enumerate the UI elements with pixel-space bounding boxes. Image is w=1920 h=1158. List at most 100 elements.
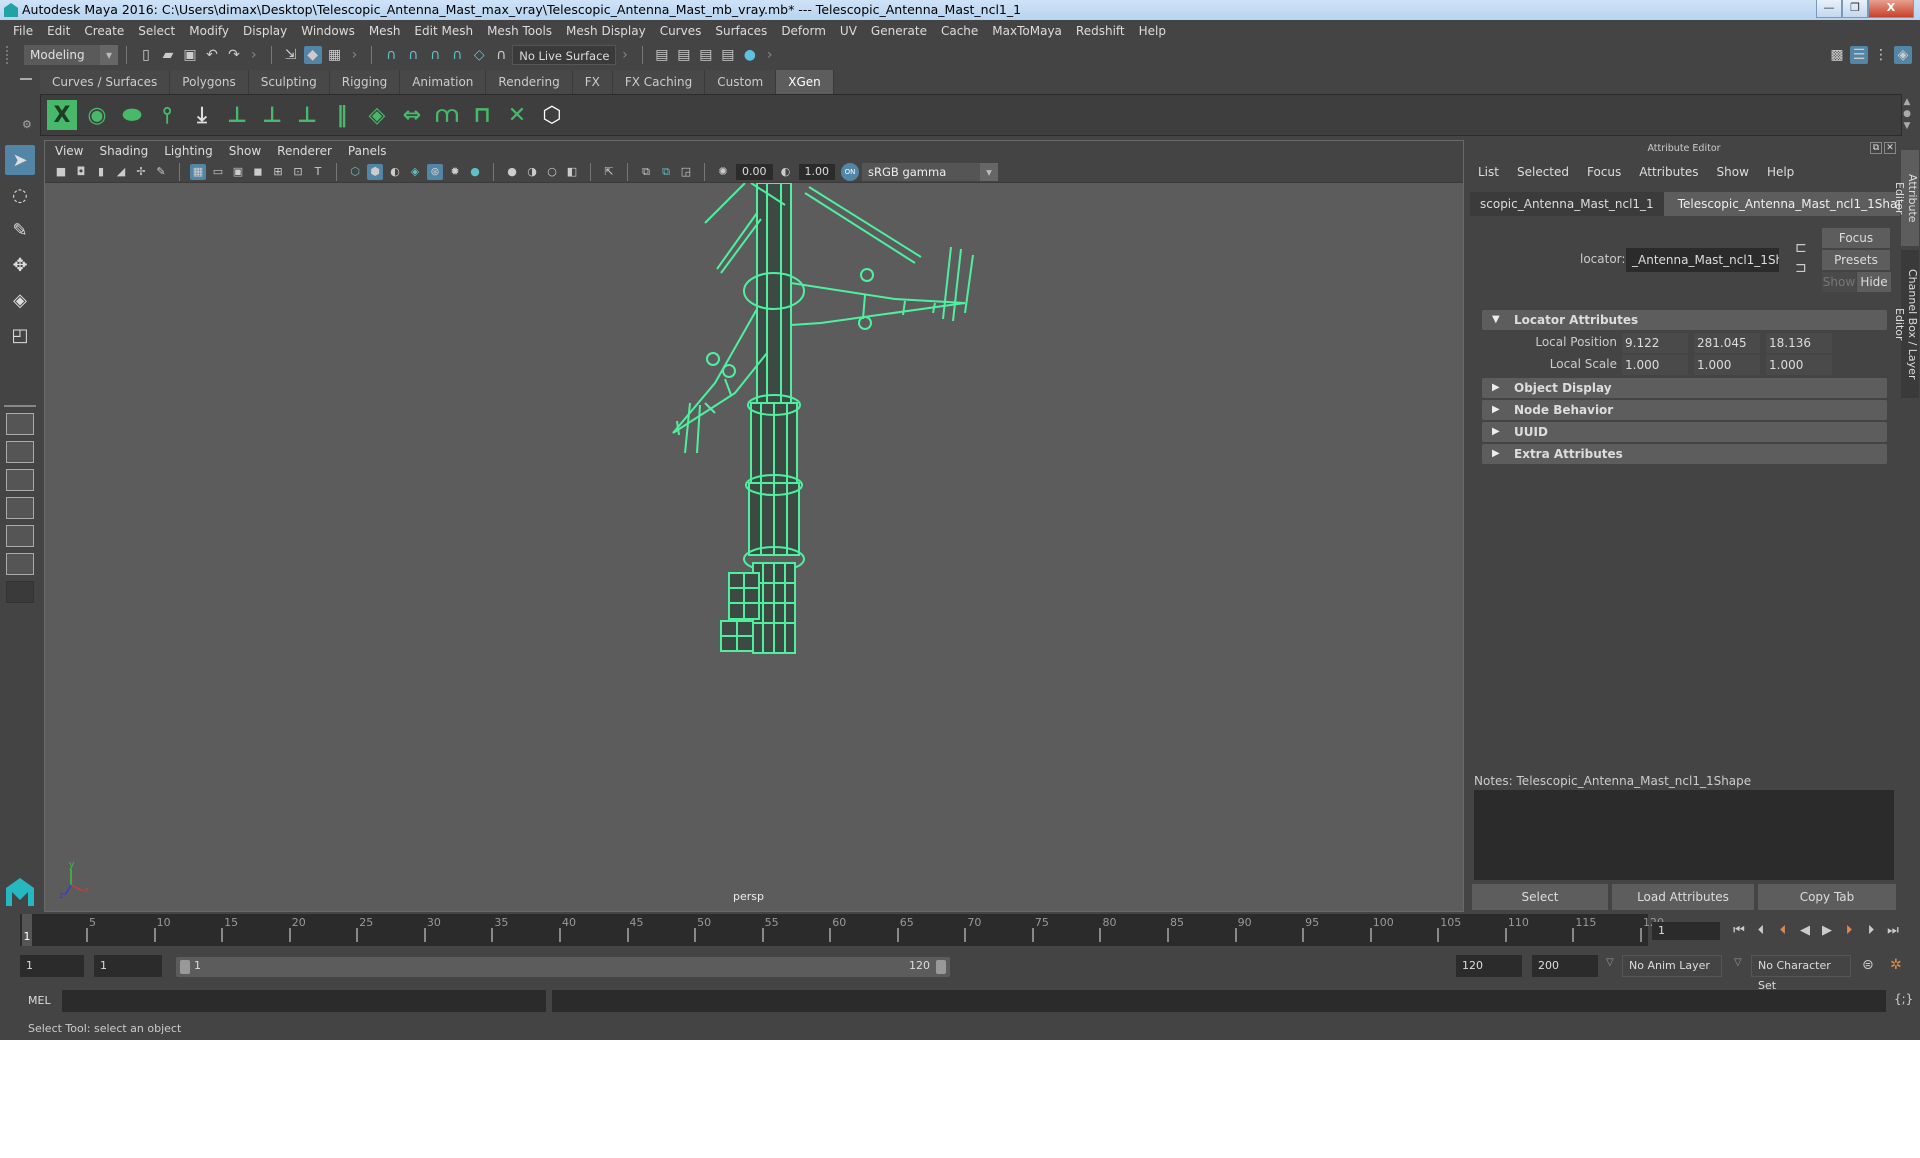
shelf-tab-curves-surfaces[interactable]: Curves / Surfaces	[40, 70, 171, 94]
add-guides-icon[interactable]: ⫯	[152, 100, 182, 130]
gate-mask-icon[interactable]: ◼	[250, 164, 266, 180]
local-position-y-field[interactable]: 281.045	[1694, 333, 1760, 353]
snap-point-icon[interactable]: ∩	[426, 46, 444, 64]
node-tab-shape[interactable]: Telescopic_Antenna_Mast_ncl1_1Shape	[1663, 191, 1920, 216]
exposure-field[interactable]: 0.00	[736, 163, 773, 180]
ipr-render-icon[interactable]: ▤	[697, 46, 715, 64]
ae-menu-help[interactable]: Help	[1767, 165, 1794, 179]
side-tab-channel-box[interactable]: Channel Box / Layer Editor	[1893, 250, 1919, 398]
ae-menu-show[interactable]: Show	[1717, 165, 1749, 179]
hypershade-persp-layout-icon[interactable]	[6, 525, 34, 547]
antenna-mast-model[interactable]	[45, 183, 1463, 913]
menu-generate[interactable]: Generate	[871, 24, 927, 38]
minimize-button[interactable]: —	[1816, 0, 1842, 18]
show-guides-icon[interactable]: ⊥	[257, 100, 287, 130]
xray-joints-icon[interactable]: ⧉	[658, 164, 674, 180]
menu-select[interactable]: Select	[138, 24, 175, 38]
gamma-icon[interactable]: ◐	[778, 164, 794, 180]
go-to-end-icon[interactable]: ⏭	[1882, 922, 1904, 940]
float-panel-icon[interactable]: ⧉	[1870, 142, 1882, 154]
copy-tab-button[interactable]: Copy Tab	[1758, 884, 1896, 910]
channel-box-icon[interactable]: ◈	[1894, 46, 1912, 64]
snap-curve-icon[interactable]: ∩	[404, 46, 422, 64]
step-forward-key-icon[interactable]: ⏵	[1860, 922, 1882, 940]
smooth-shade-icon[interactable]: ⬢	[367, 163, 383, 180]
live-surface-field[interactable]: No Live Surface	[512, 45, 617, 65]
bookmark-icon[interactable]: ▮	[93, 164, 109, 180]
collapse-arrow-icon[interactable]: ›	[352, 47, 358, 63]
screen-space-ao-icon[interactable]: ●	[504, 164, 520, 180]
delete-guides-icon[interactable]: ✕	[502, 100, 532, 130]
time-slider[interactable]: 1 5 10 15 20 25 30 35 40 45 50 55 60 65 70 75 80 85 90 95 1…	[20, 914, 1664, 946]
exposure-icon[interactable]: ✺	[715, 164, 731, 180]
field-chart-icon[interactable]: ⊞	[270, 164, 286, 180]
use-all-lights-icon[interactable]: ✹	[447, 164, 463, 180]
menu-windows[interactable]: Windows	[301, 24, 355, 38]
wireframe-icon[interactable]: ⬡	[347, 164, 363, 180]
shelf-tab-xgen[interactable]: XGen	[776, 70, 834, 94]
xray-icon[interactable]: ⧉	[638, 164, 654, 180]
select-component-icon[interactable]: ▦	[326, 46, 344, 64]
playback-end-field[interactable]: 120	[1456, 955, 1522, 977]
collapse-arrow-icon[interactable]: ›	[251, 47, 257, 63]
hypershade-icon[interactable]: ●	[741, 46, 759, 64]
menu-create[interactable]: Create	[84, 24, 124, 38]
viewport-panel[interactable]: View Shading Lighting Show Renderer Pane…	[44, 140, 1464, 912]
attribute-editor-toggle-icon[interactable]: ☰	[1850, 46, 1868, 64]
isolate-select-icon[interactable]: ⇱	[601, 164, 617, 180]
menu-curves[interactable]: Curves	[660, 24, 702, 38]
playback-start-field[interactable]: 1	[94, 955, 162, 977]
select-guides-icon[interactable]: ⩋	[432, 100, 462, 130]
xgen-editor-icon[interactable]: X	[47, 100, 77, 130]
scene-end-field[interactable]: 200	[1532, 955, 1598, 977]
menu-set-dropdown[interactable]: Modeling	[24, 45, 118, 65]
menu-redshift[interactable]: Redshift	[1076, 24, 1125, 38]
show-description-icon[interactable]: ◉	[82, 100, 112, 130]
tool-settings-icon[interactable]: ⋮	[1872, 46, 1890, 64]
output-connections-icon[interactable]: ⊐	[1795, 260, 1807, 276]
shelf-menu-icon[interactable]	[20, 78, 32, 80]
menu-edit[interactable]: Edit	[47, 24, 70, 38]
range-start-handle[interactable]	[180, 960, 190, 974]
anim-layer-dropdown-icon[interactable]: ▽	[1606, 957, 1614, 968]
shelf-tab-animation[interactable]: Animation	[400, 70, 487, 94]
collapse-arrow-icon[interactable]: ›	[622, 47, 628, 63]
shelf-tab-rigging[interactable]: Rigging	[329, 70, 401, 94]
shelf-scroll[interactable]: ▲ ● ▼	[1900, 96, 1914, 132]
xray-components-icon[interactable]: ◲	[678, 164, 694, 180]
grip-handle[interactable]	[6, 46, 12, 64]
menu-mesh-display[interactable]: Mesh Display	[566, 24, 646, 38]
move-tool-icon[interactable]: ✥	[5, 250, 35, 280]
vp-menu-lighting[interactable]: Lighting	[164, 144, 213, 158]
section-node-behavior[interactable]: ▶ Node Behavior	[1482, 400, 1887, 420]
section-object-display[interactable]: ▶ Object Display	[1482, 378, 1887, 398]
close-panel-icon[interactable]: ✕	[1884, 142, 1896, 154]
redo-icon[interactable]: ↷	[225, 46, 243, 64]
make-live-icon[interactable]: ∩	[492, 46, 510, 64]
vp-menu-renderer[interactable]: Renderer	[277, 144, 332, 158]
local-scale-y-field[interactable]: 1.000	[1694, 355, 1760, 375]
node-tab-transform[interactable]: scopic_Antenna_Mast_ncl1_1	[1470, 191, 1664, 216]
paint-select-tool-icon[interactable]: ✎	[5, 215, 35, 245]
menu-cache[interactable]: Cache	[941, 24, 978, 38]
collapse-arrow-icon[interactable]: ›	[767, 47, 773, 63]
shadows-icon[interactable]: ●	[467, 164, 483, 180]
grid-icon[interactable]: ▦	[190, 163, 206, 180]
menu-maxtomaya[interactable]: MaxToMaya	[992, 24, 1062, 38]
node-name-field[interactable]: _Antenna_Mast_ncl1_1Shape	[1626, 248, 1779, 272]
open-scene-icon[interactable]: ▰	[159, 46, 177, 64]
film-gate-icon[interactable]: ▭	[210, 164, 226, 180]
script-editor-icon[interactable]: {;}	[1894, 992, 1913, 1006]
place-guides-icon[interactable]: ⤓	[187, 100, 217, 130]
more-layouts-icon[interactable]	[6, 581, 34, 603]
shelf-tab-polygons[interactable]: Polygons	[170, 70, 249, 94]
resolution-gate-icon[interactable]: ▣	[230, 164, 246, 180]
render-view-icon[interactable]: ▤	[653, 46, 671, 64]
select-tool-icon[interactable]: ➤	[5, 145, 35, 175]
multisample-aa-icon[interactable]: ○	[544, 164, 560, 180]
local-position-x-field[interactable]: 9.122	[1622, 333, 1688, 353]
menu-mesh-tools[interactable]: Mesh Tools	[487, 24, 552, 38]
current-frame-field[interactable]: 1	[1652, 922, 1720, 940]
image-plane-icon[interactable]: ◢	[113, 164, 129, 180]
command-input[interactable]	[62, 990, 546, 1012]
